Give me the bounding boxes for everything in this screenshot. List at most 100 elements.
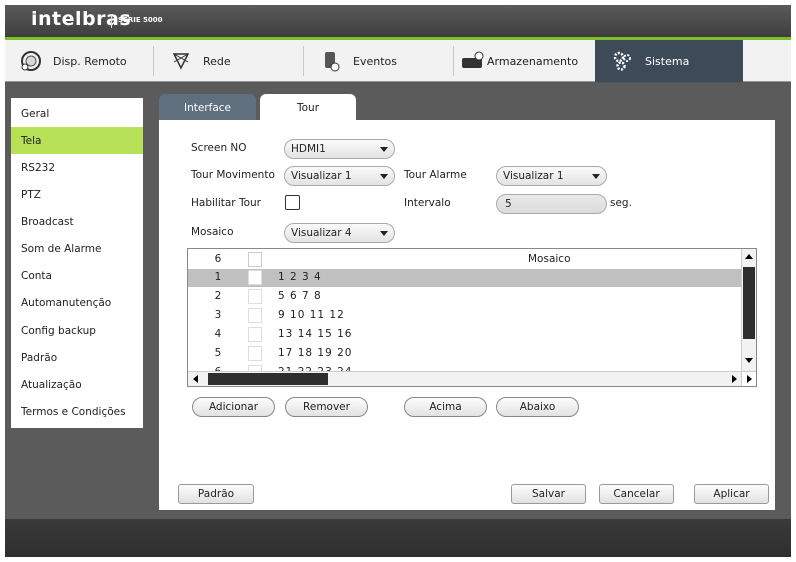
row-checkbox[interactable] <box>248 327 262 342</box>
intervalo-unit: seg. <box>610 197 632 209</box>
sidebar-item-label: Geral <box>21 107 50 120</box>
header-checkbox[interactable] <box>248 252 262 267</box>
tour-movimento-select[interactable]: Visualizar 1 <box>284 166 395 186</box>
aplicar-button[interactable]: Aplicar <box>694 484 769 504</box>
chevron-down-icon <box>380 174 388 179</box>
tab-label: Rede <box>203 54 231 68</box>
subtab-label: Interface <box>183 101 231 114</box>
button-label: Adicionar <box>208 401 259 413</box>
table-row[interactable]: 5 17 18 19 20 <box>188 345 741 363</box>
adicionar-button[interactable]: Adicionar <box>192 397 275 417</box>
row-number: 4 <box>214 328 222 340</box>
brand-separator <box>111 14 112 28</box>
subtab-label: Tour <box>296 101 320 114</box>
sidebar-item-rs232[interactable]: RS232 <box>11 154 143 181</box>
sidebar-item-label: Config backup <box>21 324 96 337</box>
screen-no-select[interactable]: HDMI1 <box>284 139 395 159</box>
table-row[interactable]: 3 9 10 11 12 <box>188 307 741 325</box>
scroll-thumb[interactable] <box>743 267 755 339</box>
sidebar-item-termos[interactable]: Termos e Condições <box>11 398 143 425</box>
intervalo-label: Intervalo <box>404 197 451 209</box>
row-checkbox[interactable] <box>248 270 262 285</box>
salvar-button[interactable]: Salvar <box>511 484 586 504</box>
table-row[interactable]: 2 5 6 7 8 <box>188 288 741 306</box>
sidebar-item-automanutencao[interactable]: Automanutenção <box>11 289 143 316</box>
remover-button[interactable]: Remover <box>285 397 368 417</box>
table-row[interactable]: 1 1 2 3 4 <box>188 269 741 287</box>
button-label: Padrão <box>197 488 235 500</box>
abaixo-button[interactable]: Abaixo <box>496 397 579 417</box>
tab-label: Eventos <box>353 54 397 68</box>
sidebar-item-tela[interactable]: Tela <box>11 127 143 154</box>
scroll-down-icon[interactable] <box>745 358 753 363</box>
row-mosaico: 17 18 19 20 <box>278 347 353 359</box>
acima-button[interactable]: Acima <box>404 397 487 417</box>
sidebar-item-conta[interactable]: Conta <box>11 262 143 289</box>
button-label: Acima <box>429 401 462 413</box>
sidebar-item-label: Tela <box>21 134 42 147</box>
tab-sistema[interactable]: Sistema <box>595 40 743 82</box>
horizontal-scrollbar[interactable] <box>188 371 741 386</box>
sidebar-item-label: Conta <box>21 269 52 282</box>
brand-series: SÉRIE 5000 <box>118 16 163 24</box>
tab-divider <box>303 46 304 76</box>
row-number: 3 <box>214 309 222 321</box>
vertical-scrollbar[interactable] <box>741 249 756 372</box>
sidebar-item-label: RS232 <box>21 161 56 174</box>
sidebar-item-label: Atualização <box>21 378 82 391</box>
sidebar-item-atualizacao[interactable]: Atualização <box>11 371 143 398</box>
bottom-bar <box>5 519 791 557</box>
main-tabs: Disp. Remoto Rede Eventos Armazenamento <box>5 40 791 82</box>
subtab-interface[interactable]: Interface <box>159 94 256 121</box>
sidebar-item-som-de-alarme[interactable]: Som de Alarme <box>11 235 143 262</box>
cancelar-button[interactable]: Cancelar <box>599 484 674 504</box>
row-mosaico: 5 6 7 8 <box>278 290 322 302</box>
padrao-button[interactable]: Padrão <box>178 484 254 504</box>
sidebar-item-config-backup[interactable]: Config backup <box>11 317 143 344</box>
tab-eventos[interactable]: Eventos <box>319 40 449 82</box>
row-checkbox[interactable] <box>248 308 262 323</box>
chevron-down-icon <box>380 231 388 236</box>
habilitar-tour-checkbox[interactable] <box>285 195 300 210</box>
tab-label: Armazenamento <box>487 54 579 68</box>
button-label: Salvar <box>532 488 565 500</box>
scroll-right-icon[interactable] <box>747 375 752 383</box>
tab-rede[interactable]: Rede <box>169 40 299 82</box>
select-value: HDMI1 <box>291 143 326 155</box>
select-value: Visualizar 1 <box>503 170 564 182</box>
subtab-tour[interactable]: Tour <box>260 94 356 121</box>
tour-alarme-select[interactable]: Visualizar 1 <box>496 166 607 186</box>
tab-divider <box>453 46 454 76</box>
tab-divider <box>153 46 154 76</box>
scroll-thumb[interactable] <box>208 373 328 385</box>
scroll-corner <box>741 371 756 386</box>
sidebar-item-label: PTZ <box>21 188 41 201</box>
sidebar-item-padrao[interactable]: Padrão <box>11 344 143 371</box>
table-row[interactable]: 4 13 14 15 16 <box>188 326 741 344</box>
sidebar-item-label: Som de Alarme <box>21 242 102 255</box>
intervalo-input[interactable]: 5 <box>496 194 607 214</box>
tab-armazenamento[interactable]: Armazenamento <box>461 40 591 82</box>
row-mosaico: 1 2 3 4 <box>278 271 322 283</box>
sidebar-item-geral[interactable]: Geral <box>11 100 143 127</box>
sidebar-item-broadcast[interactable]: Broadcast <box>11 208 143 235</box>
tab-label: Disp. Remoto <box>53 54 127 68</box>
scroll-right-icon[interactable] <box>732 375 737 383</box>
row-mosaico: 13 14 15 16 <box>278 328 353 340</box>
row-mosaico: 9 10 11 12 <box>278 309 345 321</box>
header-mosaico: Mosaico <box>528 253 571 265</box>
tab-disp-remoto[interactable]: Disp. Remoto <box>19 40 149 82</box>
table-header: 6 Mosaico <box>188 251 741 269</box>
network-icon <box>169 49 193 73</box>
storage-icon <box>461 49 485 73</box>
button-label: Abaixo <box>519 401 556 413</box>
sidebar-item-ptz[interactable]: PTZ <box>11 181 143 208</box>
mosaico-select[interactable]: Visualizar 4 <box>284 223 395 243</box>
row-checkbox[interactable] <box>248 346 262 361</box>
scroll-up-icon[interactable] <box>745 254 753 259</box>
button-label: Remover <box>303 401 350 413</box>
remote-device-icon <box>19 49 43 73</box>
row-checkbox[interactable] <box>248 289 262 304</box>
brand-logo: intelbras <box>31 8 132 30</box>
scroll-left-icon[interactable] <box>193 375 198 383</box>
